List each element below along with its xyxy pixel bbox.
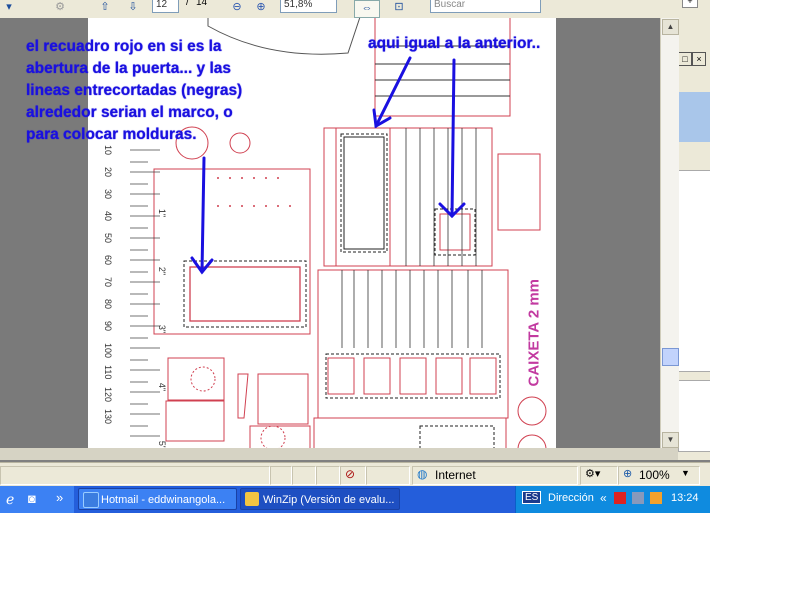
taskbar: ℯ ◙ » Hotmail - eddwinangola... WinZip (… bbox=[0, 486, 710, 513]
arrow-right-door bbox=[374, 56, 412, 128]
java-icon[interactable] bbox=[650, 492, 662, 504]
status-pane bbox=[270, 466, 292, 485]
ie-icon[interactable]: ℯ bbox=[6, 491, 14, 508]
status-pane-main bbox=[0, 466, 270, 485]
task-label: WinZip (Versión de evalu... bbox=[263, 494, 395, 506]
winzip-icon bbox=[245, 492, 259, 506]
status-pane bbox=[292, 466, 316, 485]
network-icon[interactable] bbox=[632, 492, 644, 504]
arrow-left-door bbox=[200, 156, 206, 274]
language-indicator[interactable]: ES bbox=[522, 491, 542, 504]
task-label: Hotmail - eddwinangola... bbox=[101, 494, 226, 506]
status-bar: ⊘ ◍ Internet ⚙▾ ⊕ 100% ▼ bbox=[0, 462, 710, 487]
zoom-icon: ⊕ bbox=[623, 468, 633, 480]
zoom-level: 100% bbox=[639, 468, 670, 482]
status-pane bbox=[366, 466, 410, 485]
address-label[interactable]: Dirección bbox=[548, 492, 594, 504]
annotation-line: abertura de la puerta... y las bbox=[26, 60, 232, 77]
quick-launch: ℯ ◙ » bbox=[0, 486, 74, 513]
globe-icon: ◍ bbox=[417, 467, 428, 481]
task-hotmail[interactable]: Hotmail - eddwinangola... bbox=[78, 488, 237, 510]
outlook-icon[interactable]: ◙ bbox=[28, 491, 36, 506]
left-annotation: el recuadro rojo en si es la abertura de… bbox=[26, 36, 242, 146]
annotation-line: alrededor serian el marco, o bbox=[26, 104, 233, 121]
right-annotation: aqui igual a la anterior.. bbox=[368, 35, 541, 52]
arrow-small-window bbox=[450, 58, 456, 218]
annotation-line: el recuadro rojo en si es la bbox=[26, 38, 222, 55]
annotation-line: lineas entrecortadas (negras) bbox=[26, 82, 243, 99]
chevron-down-icon[interactable]: ▼ bbox=[681, 468, 690, 478]
clock[interactable]: 13:24 bbox=[671, 492, 699, 504]
status-pane-addons[interactable]: ⚙▾ bbox=[580, 466, 618, 485]
annotation-line: para colocar molduras. bbox=[26, 126, 197, 143]
security-zone[interactable]: ◍ Internet bbox=[412, 466, 578, 485]
zoom-control[interactable]: ⊕ 100% ▼ bbox=[618, 466, 700, 485]
privacy-icon[interactable]: ⊘ bbox=[345, 467, 355, 481]
status-pane bbox=[316, 466, 340, 485]
addons-icon[interactable]: ⚙▾ bbox=[585, 467, 600, 480]
ie-icon bbox=[83, 492, 99, 508]
system-tray: ES Dirección « 13:24 bbox=[515, 486, 710, 513]
task-winzip[interactable]: WinZip (Versión de evalu... bbox=[240, 488, 400, 510]
tray-chevron[interactable]: « bbox=[600, 491, 607, 505]
status-pane-privacy[interactable]: ⊘ bbox=[340, 466, 366, 485]
acrobat-icon[interactable] bbox=[614, 492, 626, 504]
zone-label: Internet bbox=[435, 468, 476, 482]
screenshot-area: ▾ ⚙ ⇧ ⇩ 12 / 14 ⊖ ⊕ 51,8% ⇔ ⊡ Buscar + □… bbox=[0, 0, 710, 513]
quick-launch-chevron[interactable]: » bbox=[56, 490, 63, 505]
